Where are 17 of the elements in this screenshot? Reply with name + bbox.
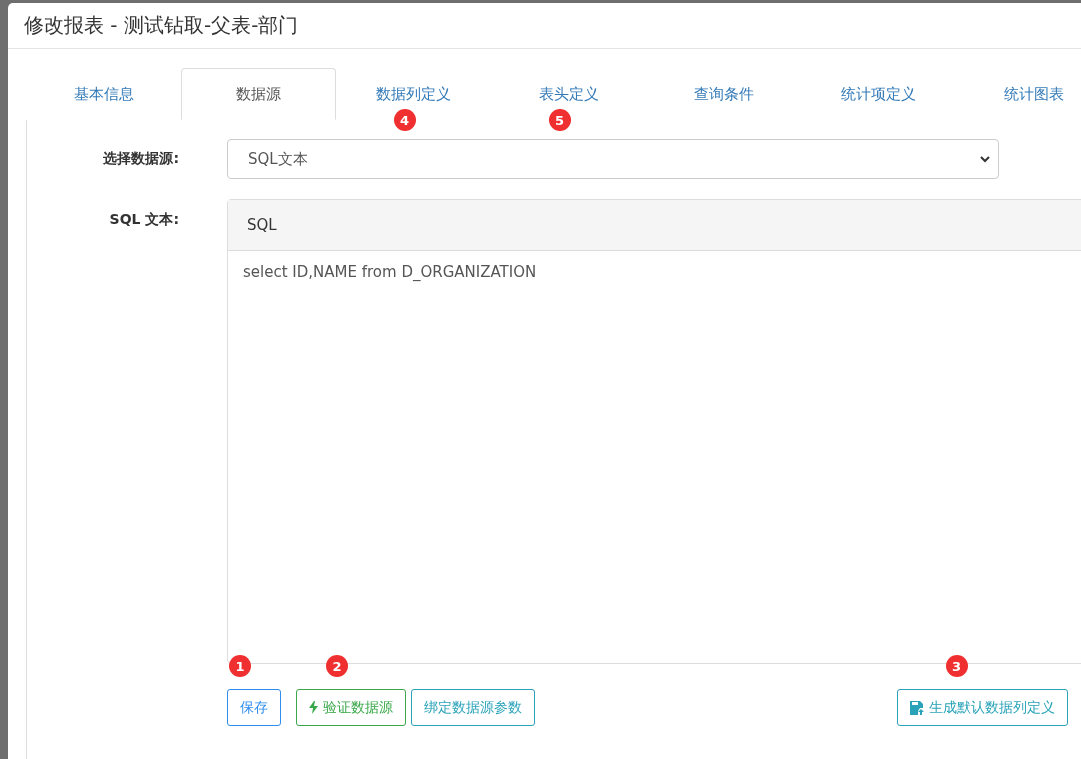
dialog-title: 修改报表 - 测试钻取-父表-部门 (24, 12, 299, 39)
panel-title: SQL (228, 200, 1081, 251)
sql-editor[interactable]: select ID,NAME from D_ORGANIZATION (228, 251, 1081, 293)
action-button[interactable]: 生成默认数据列定义 (897, 689, 1068, 726)
number-badge: 1 (229, 655, 251, 677)
chevron-down-icon (980, 155, 990, 163)
field-label: SQL 文本: (108, 210, 179, 229)
datasource-select[interactable]: SQL文本 (227, 139, 999, 179)
action-button[interactable]: 保存 (227, 689, 281, 726)
action-button[interactable]: 验证数据源 (296, 689, 406, 726)
save-icon (910, 700, 924, 715)
lightning-bolt-icon (309, 701, 318, 714)
number-badge: 2 (326, 655, 348, 677)
tab[interactable]: 数据源 (181, 68, 336, 120)
number-badge: 3 (945, 655, 968, 677)
action-button[interactable]: 绑定数据源参数 (411, 689, 535, 726)
field-label: 选择数据源: (102, 149, 179, 168)
